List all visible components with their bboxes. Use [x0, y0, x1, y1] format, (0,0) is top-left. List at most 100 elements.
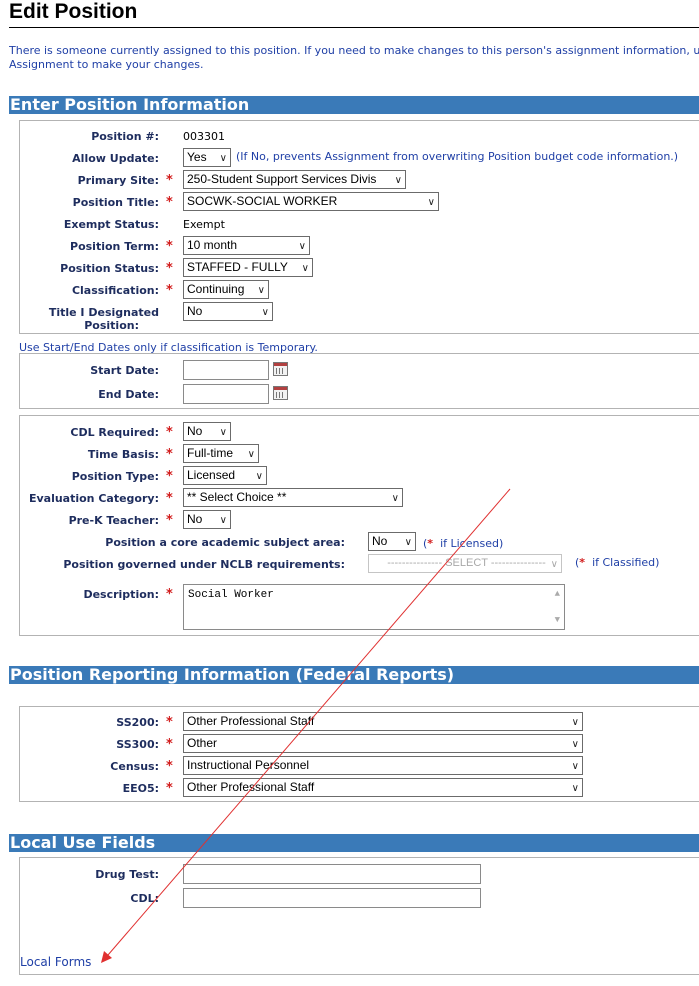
- position-type-select[interactable]: Licensed ∨: [183, 466, 267, 485]
- title-divider: [9, 27, 699, 28]
- chevron-down-icon: ∨: [247, 449, 255, 460]
- ss300-select[interactable]: Other ∨: [183, 734, 583, 753]
- notice-line-1: There is someone currently assigned to t…: [9, 44, 699, 57]
- position-number-label: Position #:: [91, 130, 159, 143]
- required-asterisk: *: [166, 491, 173, 506]
- required-asterisk: *: [166, 513, 173, 528]
- section-header-local: Local Use Fields: [9, 834, 699, 852]
- required-asterisk: *: [166, 759, 173, 774]
- allow-update-select[interactable]: Yes ∨: [183, 148, 231, 167]
- required-asterisk: *: [166, 715, 173, 730]
- required-asterisk: *: [166, 425, 173, 440]
- section-header-position: Enter Position Information: [9, 96, 699, 114]
- drug-test-label: Drug Test:: [95, 868, 159, 881]
- drug-test-input[interactable]: [183, 864, 481, 884]
- primary-site-label: Primary Site:: [77, 174, 159, 187]
- required-asterisk: *: [166, 587, 173, 602]
- required-asterisk: *: [166, 195, 173, 210]
- required-asterisk: *: [166, 469, 173, 484]
- allow-update-hint: (If No, prevents Assignment from overwri…: [236, 150, 679, 163]
- start-date-input[interactable]: [183, 360, 269, 380]
- required-asterisk: *: [166, 261, 173, 276]
- nclb-select[interactable]: --------------- SELECT --------------- ∨: [368, 554, 562, 573]
- primary-site-select[interactable]: 250-Student Support Services Divis ∨: [183, 170, 406, 189]
- position-status-select[interactable]: STAFFED - FULLY ∨: [183, 258, 313, 277]
- core-academic-label: Position a core academic subject area:: [105, 536, 345, 549]
- position-status-label: Position Status:: [60, 262, 159, 275]
- local-forms-link[interactable]: Local Forms: [20, 955, 91, 969]
- required-asterisk: *: [166, 239, 173, 254]
- classification-select[interactable]: Continuing ∨: [183, 280, 269, 299]
- census-label: Census:: [110, 760, 159, 773]
- description-textarea[interactable]: Social Worker ▲ ▼: [183, 584, 565, 630]
- prek-teacher-label: Pre-K Teacher:: [68, 514, 159, 527]
- core-academic-select[interactable]: No ∨: [368, 532, 416, 551]
- end-date-label: End Date:: [98, 388, 159, 401]
- prek-teacher-select[interactable]: No ∨: [183, 510, 231, 529]
- cdl-label: CDL:: [130, 892, 159, 905]
- core-academic-hint: (* if Licensed): [423, 537, 504, 550]
- chevron-down-icon: ∨: [571, 783, 579, 794]
- classification-label: Classification:: [71, 284, 159, 297]
- title-one-select[interactable]: No ∨: [183, 302, 273, 321]
- time-basis-select[interactable]: Full-time ∨: [183, 444, 259, 463]
- ss200-label: SS200:: [116, 716, 159, 729]
- position-title-select[interactable]: SOCWK-SOCIAL WORKER ∨: [183, 192, 439, 211]
- chevron-down-icon: ∨: [404, 537, 412, 548]
- time-basis-label: Time Basis:: [87, 448, 159, 461]
- title-one-label: Title I Designated Position:: [48, 306, 159, 332]
- chevron-down-icon: ∨: [550, 559, 558, 570]
- position-term-select[interactable]: 10 month ∨: [183, 236, 310, 255]
- position-term-label: Position Term:: [70, 240, 159, 253]
- required-asterisk: *: [166, 737, 173, 752]
- description-label: Description:: [83, 588, 159, 601]
- scroll-up-icon[interactable]: ▲: [555, 589, 560, 599]
- nclb-hint: (* if Classified): [575, 556, 660, 569]
- position-number-value: 003301: [183, 130, 225, 143]
- calendar-icon[interactable]: [273, 386, 288, 400]
- required-asterisk: *: [166, 283, 173, 298]
- required-asterisk: *: [166, 447, 173, 462]
- exempt-status-value: Exempt: [183, 218, 225, 231]
- required-asterisk: *: [166, 781, 173, 796]
- chevron-down-icon: ∨: [394, 175, 402, 186]
- chevron-down-icon: ∨: [219, 427, 227, 438]
- ss300-label: SS300:: [116, 738, 159, 751]
- nclb-label: Position governed under NCLB requirement…: [63, 558, 345, 571]
- chevron-down-icon: ∨: [571, 717, 579, 728]
- chevron-down-icon: ∨: [571, 761, 579, 772]
- chevron-down-icon: ∨: [219, 515, 227, 526]
- cdl-input[interactable]: [183, 888, 481, 908]
- chevron-down-icon: ∨: [257, 285, 265, 296]
- notice-line-2: Assignment to make your changes.: [9, 58, 204, 71]
- ss200-select[interactable]: Other Professional Staff ∨: [183, 712, 583, 731]
- section-header-reporting: Position Reporting Information (Federal …: [9, 666, 699, 684]
- chevron-down-icon: ∨: [298, 241, 306, 252]
- chevron-down-icon: ∨: [427, 197, 435, 208]
- evaluation-category-label: Evaluation Category:: [28, 492, 159, 505]
- cdl-required-label: CDL Required:: [70, 426, 159, 439]
- eeo5-select[interactable]: Other Professional Staff ∨: [183, 778, 583, 797]
- chevron-down-icon: ∨: [571, 739, 579, 750]
- scroll-down-icon[interactable]: ▼: [555, 615, 560, 625]
- description-text: Social Worker: [188, 589, 274, 601]
- position-type-label: Position Type:: [71, 470, 159, 483]
- end-date-input[interactable]: [183, 384, 269, 404]
- eeo5-label: EEO5:: [122, 782, 159, 795]
- allow-update-label: Allow Update:: [72, 152, 159, 165]
- exempt-status-label: Exempt Status:: [63, 218, 159, 231]
- cdl-required-select[interactable]: No ∨: [183, 422, 231, 441]
- evaluation-category-select[interactable]: ** Select Choice ** ∨: [183, 488, 403, 507]
- chevron-down-icon: ∨: [261, 307, 269, 318]
- chevron-down-icon: ∨: [219, 153, 227, 164]
- chevron-down-icon: ∨: [255, 471, 263, 482]
- census-select[interactable]: Instructional Personnel ∨: [183, 756, 583, 775]
- start-date-label: Start Date:: [90, 364, 159, 377]
- assignment-notice: There is someone currently assigned to t…: [9, 44, 699, 72]
- position-title-label: Position Title:: [72, 196, 159, 209]
- chevron-down-icon: ∨: [391, 493, 399, 504]
- required-asterisk: *: [166, 173, 173, 188]
- chevron-down-icon: ∨: [301, 263, 309, 274]
- page-title: Edit Position: [9, 0, 138, 23]
- calendar-icon[interactable]: [273, 362, 288, 376]
